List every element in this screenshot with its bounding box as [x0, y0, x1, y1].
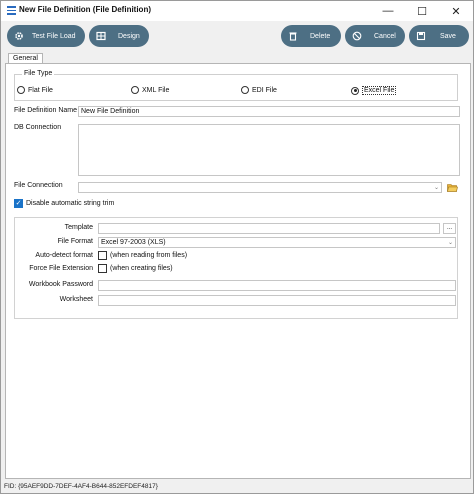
file-definition-window: New File Definition (File Definition) — … — [0, 0, 474, 494]
cancel-circle-icon — [348, 25, 366, 47]
open-folder-icon[interactable] — [447, 183, 458, 192]
radio-xml-file-label: XML File — [142, 86, 170, 94]
chevron-down-icon: ⌄ — [433, 185, 439, 191]
workbook-password-input[interactable] — [98, 280, 456, 291]
file-format-label: File Format — [57, 238, 93, 245]
status-fid: FID: {95AEF9DD-7DEF-4AF4-B644-852EFDEF48… — [1, 480, 473, 493]
db-connection-label: DB Connection — [14, 124, 62, 131]
radio-xml-file[interactable]: XML File — [131, 86, 169, 94]
save-label: Save — [440, 32, 456, 40]
gear-icon — [10, 25, 28, 47]
radio-circle — [17, 86, 25, 94]
delete-button[interactable]: Delete — [281, 25, 341, 47]
disable-trim-label: Disable automatic string trim — [26, 200, 115, 207]
file-connection-combo[interactable]: ⌄ — [78, 182, 442, 193]
radio-flat-file[interactable]: Flat File — [17, 86, 53, 94]
workbook-password-label: Workbook Password — [28, 281, 93, 288]
trash-icon — [284, 25, 302, 47]
floppy-disk-icon — [412, 25, 430, 47]
file-definition-name-input[interactable]: New File Definition — [78, 106, 460, 117]
file-type-title: File Type — [22, 70, 55, 77]
file-type-group: File Type Flat File XML File EDI File Ex… — [14, 70, 458, 101]
file-definition-name-label: File Definition Name — [14, 107, 78, 114]
worksheet-label: Worksheet — [59, 296, 93, 303]
auto-detect-label: Auto-detect format — [35, 252, 93, 259]
general-tab-panel: File Type Flat File XML File EDI File Ex… — [5, 63, 471, 479]
maximize-button[interactable]: ☐ — [405, 1, 439, 21]
toolbar: Test File Load Design Delete Cancel Save — [1, 21, 473, 51]
cancel-button[interactable]: Cancel — [345, 25, 405, 47]
excel-options-group: Template ... File Format Excel 97-2003 (… — [14, 217, 458, 319]
design-button[interactable]: Design — [89, 25, 149, 47]
title-bar: New File Definition (File Definition) — … — [1, 1, 473, 21]
close-button[interactable]: ✕ — [439, 1, 473, 21]
window-title: New File Definition (File Definition) — [19, 5, 151, 14]
worksheet-input[interactable] — [98, 295, 456, 306]
test-file-load-label: Test File Load — [32, 32, 76, 40]
cancel-label: Cancel — [374, 32, 396, 40]
delete-label: Delete — [310, 32, 331, 40]
template-browse-button[interactable]: ... — [443, 223, 456, 234]
template-label: Template — [64, 224, 93, 231]
force-extension-label: Force File Extension — [29, 265, 93, 272]
radio-edi-file-label: EDI File — [252, 86, 277, 94]
auto-detect-checkbox[interactable] — [98, 251, 107, 260]
radio-excel-file[interactable]: Excel File — [351, 86, 397, 95]
force-extension-hint: (when creating files) — [110, 265, 173, 272]
template-input[interactable] — [98, 223, 440, 234]
file-connection-label: File Connection — [14, 182, 63, 189]
radio-circle-selected — [351, 86, 359, 95]
radio-circle — [131, 86, 139, 94]
table-icon — [92, 25, 110, 47]
app-list-icon — [7, 6, 16, 15]
design-label: Design — [118, 32, 140, 40]
radio-circle — [241, 86, 249, 94]
file-format-select[interactable]: Excel 97-2003 (XLS) ⌄ — [98, 237, 456, 248]
radio-flat-file-label: Flat File — [28, 86, 53, 94]
test-file-load-button[interactable]: Test File Load — [7, 25, 85, 47]
radio-edi-file[interactable]: EDI File — [241, 86, 277, 94]
minimize-button[interactable]: — — [371, 1, 405, 21]
file-format-value: Excel 97-2003 (XLS) — [101, 239, 166, 246]
auto-detect-hint: (when reading from files) — [110, 252, 188, 259]
save-button[interactable]: Save — [409, 25, 469, 47]
disable-trim-checkbox[interactable]: ✓ — [14, 199, 23, 208]
db-connection-textarea[interactable] — [78, 124, 460, 176]
radio-excel-file-label: Excel File — [362, 86, 397, 95]
force-extension-checkbox[interactable] — [98, 264, 107, 273]
chevron-down-icon: ⌄ — [447, 240, 453, 246]
